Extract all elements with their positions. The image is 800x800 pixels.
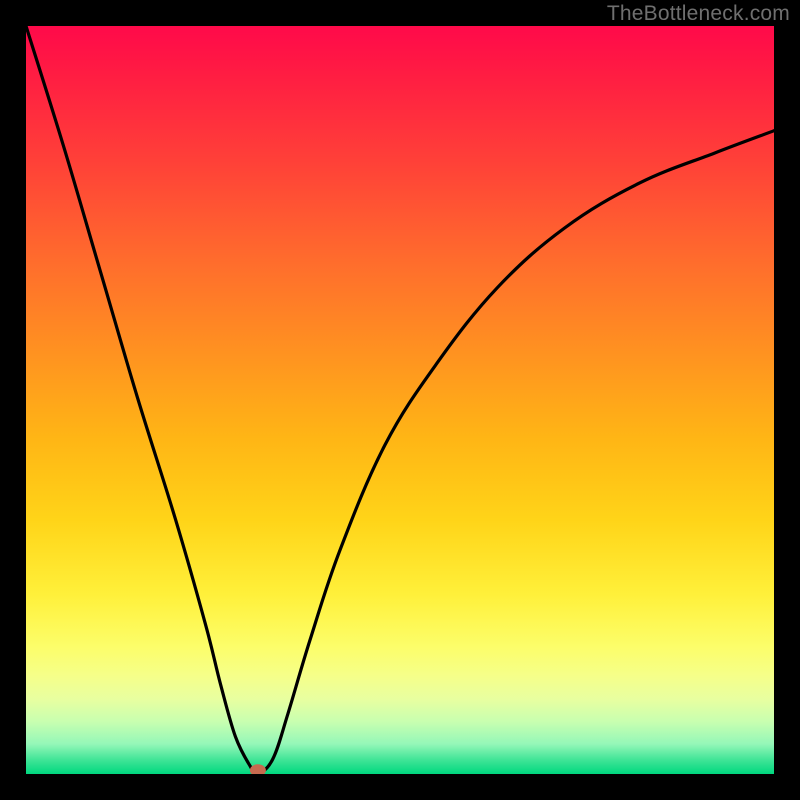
watermark-text: TheBottleneck.com: [607, 2, 790, 26]
minimum-marker: [250, 764, 266, 774]
chart-frame: TheBottleneck.com: [0, 0, 800, 800]
plot-area: [26, 26, 774, 774]
chart-svg: [26, 26, 774, 774]
bottleneck-curve-path: [26, 26, 774, 774]
